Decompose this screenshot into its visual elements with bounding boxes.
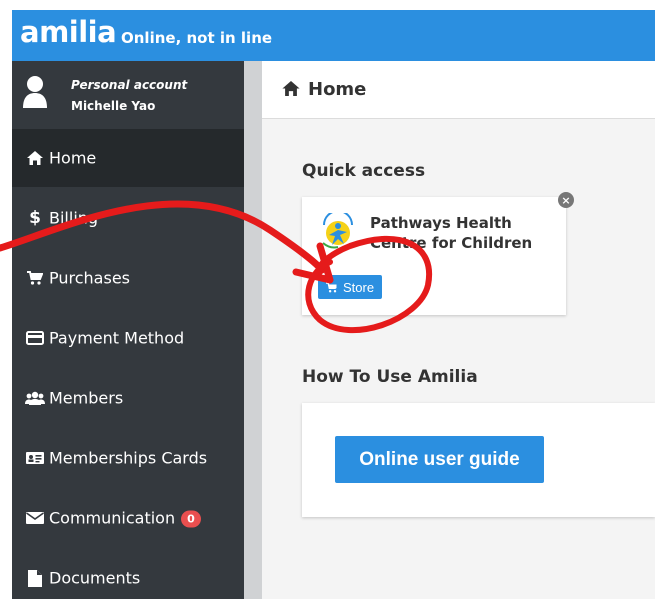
sidebar-item-billing[interactable]: $ Billing: [12, 189, 244, 247]
sidebar-item-label: Members: [49, 388, 124, 408]
file-icon: [25, 569, 45, 587]
sidebar-item-label: Home: [49, 148, 97, 168]
pathways-logo-icon: [322, 213, 353, 249]
page-header: Home: [262, 61, 655, 119]
sidebar-item-payment-method[interactable]: Payment Method: [12, 309, 244, 367]
sidebar-item-members[interactable]: Members: [12, 369, 244, 427]
cart-icon: [25, 269, 45, 287]
account-panel[interactable]: Personal account Michelle Yao: [12, 61, 244, 129]
account-name: Michelle Yao: [71, 99, 156, 113]
amilia-logo[interactable]: amilia: [20, 15, 117, 49]
home-icon: [25, 149, 45, 167]
home-icon: [282, 81, 300, 100]
sidebar-item-label: Memberships Cards: [49, 448, 208, 468]
sidebar-item-label-wrap: Communication 0: [49, 509, 201, 528]
sidebar-item-label: Payment Method: [49, 328, 185, 348]
tagline: Online, not in line: [121, 29, 273, 47]
page-title: Home: [308, 79, 367, 100]
envelope-icon: [25, 509, 45, 527]
sidebar-item-label: Documents: [49, 568, 141, 588]
top-bar: amilia Online, not in line: [12, 10, 655, 61]
sidebar-item-label: Purchases: [49, 268, 130, 288]
sidebar-item-label: Billing: [49, 208, 99, 228]
close-icon[interactable]: ×: [558, 192, 574, 208]
how-to-title: How To Use Amilia: [302, 367, 478, 387]
quick-access-card[interactable]: Pathways Health Centre for Children Stor…: [302, 197, 566, 315]
sidebar-item-label: Communication: [49, 508, 176, 528]
id-card-icon: [25, 449, 45, 467]
store-button[interactable]: Store: [318, 275, 383, 299]
account-type: Personal account: [71, 78, 188, 92]
page: amilia Online, not in line Personal acco…: [0, 0, 655, 599]
user-avatar-icon: [23, 76, 47, 108]
cart-icon: [326, 281, 337, 292]
sidebar-item-documents[interactable]: Documents: [12, 549, 244, 599]
sidebar: Personal account Michelle Yao Home $ Bil…: [12, 61, 244, 599]
how-to-card: Online user guide: [302, 403, 655, 517]
credit-card-icon: [25, 329, 45, 347]
sidebar-item-home[interactable]: Home: [12, 129, 244, 187]
main-content: Home Quick access Pathways Health Centre…: [262, 61, 655, 599]
store-button-label: Store: [343, 279, 375, 295]
sidebar-item-purchases[interactable]: Purchases: [12, 249, 244, 307]
dollar-icon: $: [29, 208, 41, 228]
communication-count-badge: 0: [181, 510, 201, 528]
sidebar-item-memberships-cards[interactable]: Memberships Cards: [12, 429, 244, 487]
online-user-guide-button[interactable]: Online user guide: [335, 436, 544, 483]
users-icon: [25, 389, 45, 407]
sidebar-scrollbar[interactable]: [244, 61, 262, 599]
quick-access-title: Quick access: [302, 161, 426, 181]
card-title: Pathways Health Centre for Children: [370, 214, 533, 252]
sidebar-item-communication[interactable]: Communication 0: [12, 489, 244, 547]
